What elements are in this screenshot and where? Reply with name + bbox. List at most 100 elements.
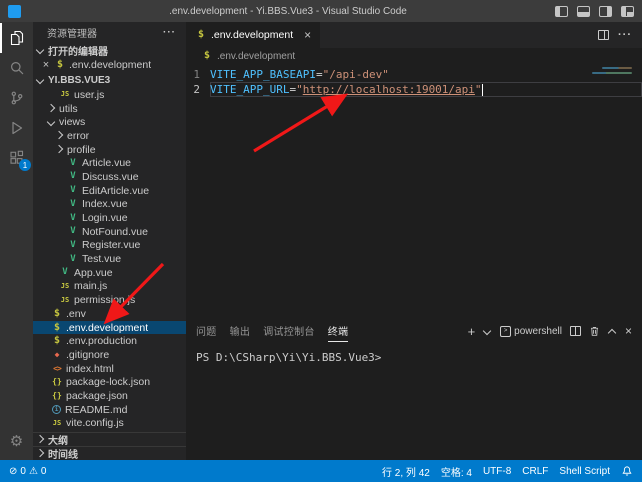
chevron-right-icon bbox=[55, 131, 64, 140]
tree-item-App.vue[interactable]: VApp.vue bbox=[33, 266, 186, 280]
window-title: .env.development - Yi.BBS.Vue3 - Visual … bbox=[29, 6, 547, 17]
tree-item-Test.vue[interactable]: VTest.vue bbox=[33, 252, 186, 266]
chevron-down-icon bbox=[36, 46, 45, 55]
explorer-icon[interactable] bbox=[0, 23, 33, 53]
json-file-icon: {} bbox=[51, 392, 63, 400]
close-tab-icon[interactable]: × bbox=[304, 29, 311, 41]
settings-gear-icon[interactable]: ⚙ bbox=[0, 426, 33, 456]
tree-item-user.js[interactable]: JSuser.js bbox=[33, 88, 186, 102]
close-editor-icon[interactable]: × bbox=[41, 60, 51, 71]
sidebar-more-actions-icon[interactable]: ··· bbox=[163, 27, 176, 38]
breadcrumb[interactable]: $ .env.development bbox=[186, 48, 642, 64]
file-label: vite.config.js bbox=[66, 417, 124, 429]
activity-bar: 1 ⚙ bbox=[0, 22, 33, 460]
panel-tabs: 问题输出调试控制台终端 bbox=[196, 320, 348, 342]
panel-tab-problems[interactable]: 问题 bbox=[196, 320, 217, 342]
bottom-panel: 问题输出调试控制台终端 + > powershell bbox=[186, 320, 642, 460]
git-file-icon: ◆ bbox=[51, 351, 63, 359]
toggle-secondary-sidebar-icon[interactable] bbox=[599, 6, 612, 17]
source-control-icon[interactable] bbox=[0, 83, 33, 113]
tab-env-development[interactable]: $ .env.development × bbox=[186, 22, 320, 48]
js-file-icon: JS bbox=[59, 297, 71, 304]
language-mode-status[interactable]: Shell Script bbox=[559, 466, 610, 477]
split-editor-icon[interactable] bbox=[598, 30, 609, 40]
tree-item-Login.vue[interactable]: VLogin.vue bbox=[33, 211, 186, 225]
eol-status[interactable]: CRLF bbox=[522, 466, 548, 477]
status-bar: ⊘ 0 ⚠ 0 行 2, 列 42 空格: 4 UTF-8 CRLF Shell… bbox=[0, 460, 642, 482]
json-file-icon: {} bbox=[51, 378, 63, 386]
split-terminal-icon[interactable] bbox=[570, 326, 581, 336]
tree-item-error[interactable]: error bbox=[33, 129, 186, 143]
maximize-panel-icon[interactable] bbox=[608, 327, 617, 336]
tree-item-EditArticle.vue[interactable]: VEditArticle.vue bbox=[33, 184, 186, 198]
editor-more-actions-icon[interactable]: ··· bbox=[618, 29, 632, 41]
code-line-2[interactable]: 2VITE_APP_URL="http://localhost:19001/ap… bbox=[186, 82, 642, 97]
panel-tab-terminal[interactable]: 终端 bbox=[328, 320, 349, 342]
panel-tab-output[interactable]: 输出 bbox=[230, 320, 251, 342]
open-editor-item[interactable]: × $ .env.development bbox=[33, 58, 186, 72]
tree-item-index.html[interactable]: <>index.html bbox=[33, 362, 186, 376]
tree-item-.env[interactable]: $.env bbox=[33, 307, 186, 321]
tree-item-package-lock.json[interactable]: {}package-lock.json bbox=[33, 375, 186, 389]
toggle-panel-icon[interactable] bbox=[577, 6, 590, 17]
file-label: .env.production bbox=[66, 335, 137, 347]
tree-item-Index.vue[interactable]: VIndex.vue bbox=[33, 198, 186, 212]
sidebar-title: 资源管理器 bbox=[47, 25, 97, 40]
toggle-sidebar-icon[interactable] bbox=[555, 6, 568, 17]
vue-file-icon: V bbox=[67, 186, 79, 195]
tree-item-vite.config.js[interactable]: JSvite.config.js bbox=[33, 417, 186, 431]
code-area[interactable]: 1VITE_APP_BASEAPI="/api-dev"2VITE_APP_UR… bbox=[186, 64, 642, 320]
env-file-icon: $ bbox=[51, 309, 63, 319]
cursor-position-status[interactable]: 行 2, 列 42 bbox=[382, 464, 430, 479]
tree-item-README.md[interactable]: iREADME.md bbox=[33, 403, 186, 417]
vue-file-icon: V bbox=[67, 241, 79, 250]
close-panel-icon[interactable]: × bbox=[625, 325, 632, 337]
js-file-icon: JS bbox=[51, 420, 63, 427]
search-icon[interactable] bbox=[0, 53, 33, 83]
open-editors-section-header[interactable]: 打开的编辑器 bbox=[33, 42, 186, 58]
tree-item-main.js[interactable]: JSmain.js bbox=[33, 280, 186, 294]
indentation-status[interactable]: 空格: 4 bbox=[441, 464, 472, 479]
outline-section-header[interactable]: 大纲 bbox=[33, 432, 186, 446]
customize-layout-icon[interactable] bbox=[621, 6, 634, 17]
kill-terminal-icon[interactable] bbox=[589, 325, 600, 337]
tree-item-utils[interactable]: utils bbox=[33, 102, 186, 116]
open-editor-label: .env.development bbox=[69, 59, 151, 71]
run-debug-icon[interactable] bbox=[0, 113, 33, 143]
minimap[interactable] bbox=[592, 67, 632, 74]
tree-item-views[interactable]: views bbox=[33, 115, 186, 129]
file-label: App.vue bbox=[74, 267, 113, 279]
tree-item-Register.vue[interactable]: VRegister.vue bbox=[33, 239, 186, 253]
tree-item-.env.development[interactable]: $.env.development bbox=[33, 321, 186, 335]
encoding-status[interactable]: UTF-8 bbox=[483, 466, 511, 477]
new-terminal-icon[interactable]: + bbox=[468, 325, 476, 338]
tree-item-.gitignore[interactable]: ◆.gitignore bbox=[33, 348, 186, 362]
notifications-bell-icon[interactable] bbox=[621, 465, 633, 477]
tree-item-permission.js[interactable]: JSpermission.js bbox=[33, 293, 186, 307]
vue-file-icon: V bbox=[67, 227, 79, 236]
html-file-icon: <> bbox=[51, 365, 63, 373]
code-line-1[interactable]: 1VITE_APP_BASEAPI="/api-dev" bbox=[186, 67, 642, 82]
env-file-icon: $ bbox=[195, 30, 207, 40]
vue-file-icon: V bbox=[59, 268, 71, 277]
tree-item-package.json[interactable]: {}package.json bbox=[33, 389, 186, 403]
tree-item-Discuss.vue[interactable]: VDiscuss.vue bbox=[33, 170, 186, 184]
panel-tab-debug-console[interactable]: 调试控制台 bbox=[263, 320, 315, 342]
powershell-icon: > bbox=[500, 326, 511, 337]
tree-item-profile[interactable]: profile bbox=[33, 143, 186, 157]
terminal-output[interactable]: PS D:\CSharp\Yi\Yi.BBS.Vue3> bbox=[186, 342, 642, 364]
shell-selector[interactable]: > powershell bbox=[500, 326, 562, 337]
file-label: .env.development bbox=[66, 322, 148, 334]
tree-item-.env.production[interactable]: $.env.production bbox=[33, 334, 186, 348]
minimap-line bbox=[602, 67, 632, 69]
terminal-dropdown-icon[interactable] bbox=[483, 327, 492, 336]
project-section-header[interactable]: YI.BBS.VUE3 bbox=[33, 72, 186, 88]
extensions-icon[interactable]: 1 bbox=[0, 143, 33, 173]
env-file-icon: $ bbox=[201, 51, 213, 61]
file-label: error bbox=[67, 130, 89, 142]
tree-item-Article.vue[interactable]: VArticle.vue bbox=[33, 156, 186, 170]
problems-status[interactable]: ⊘ 0 ⚠ 0 bbox=[9, 466, 46, 477]
timeline-section-header[interactable]: 时间线 bbox=[33, 446, 186, 460]
tree-item-NotFound.vue[interactable]: VNotFound.vue bbox=[33, 225, 186, 239]
file-label: Discuss.vue bbox=[82, 171, 139, 183]
